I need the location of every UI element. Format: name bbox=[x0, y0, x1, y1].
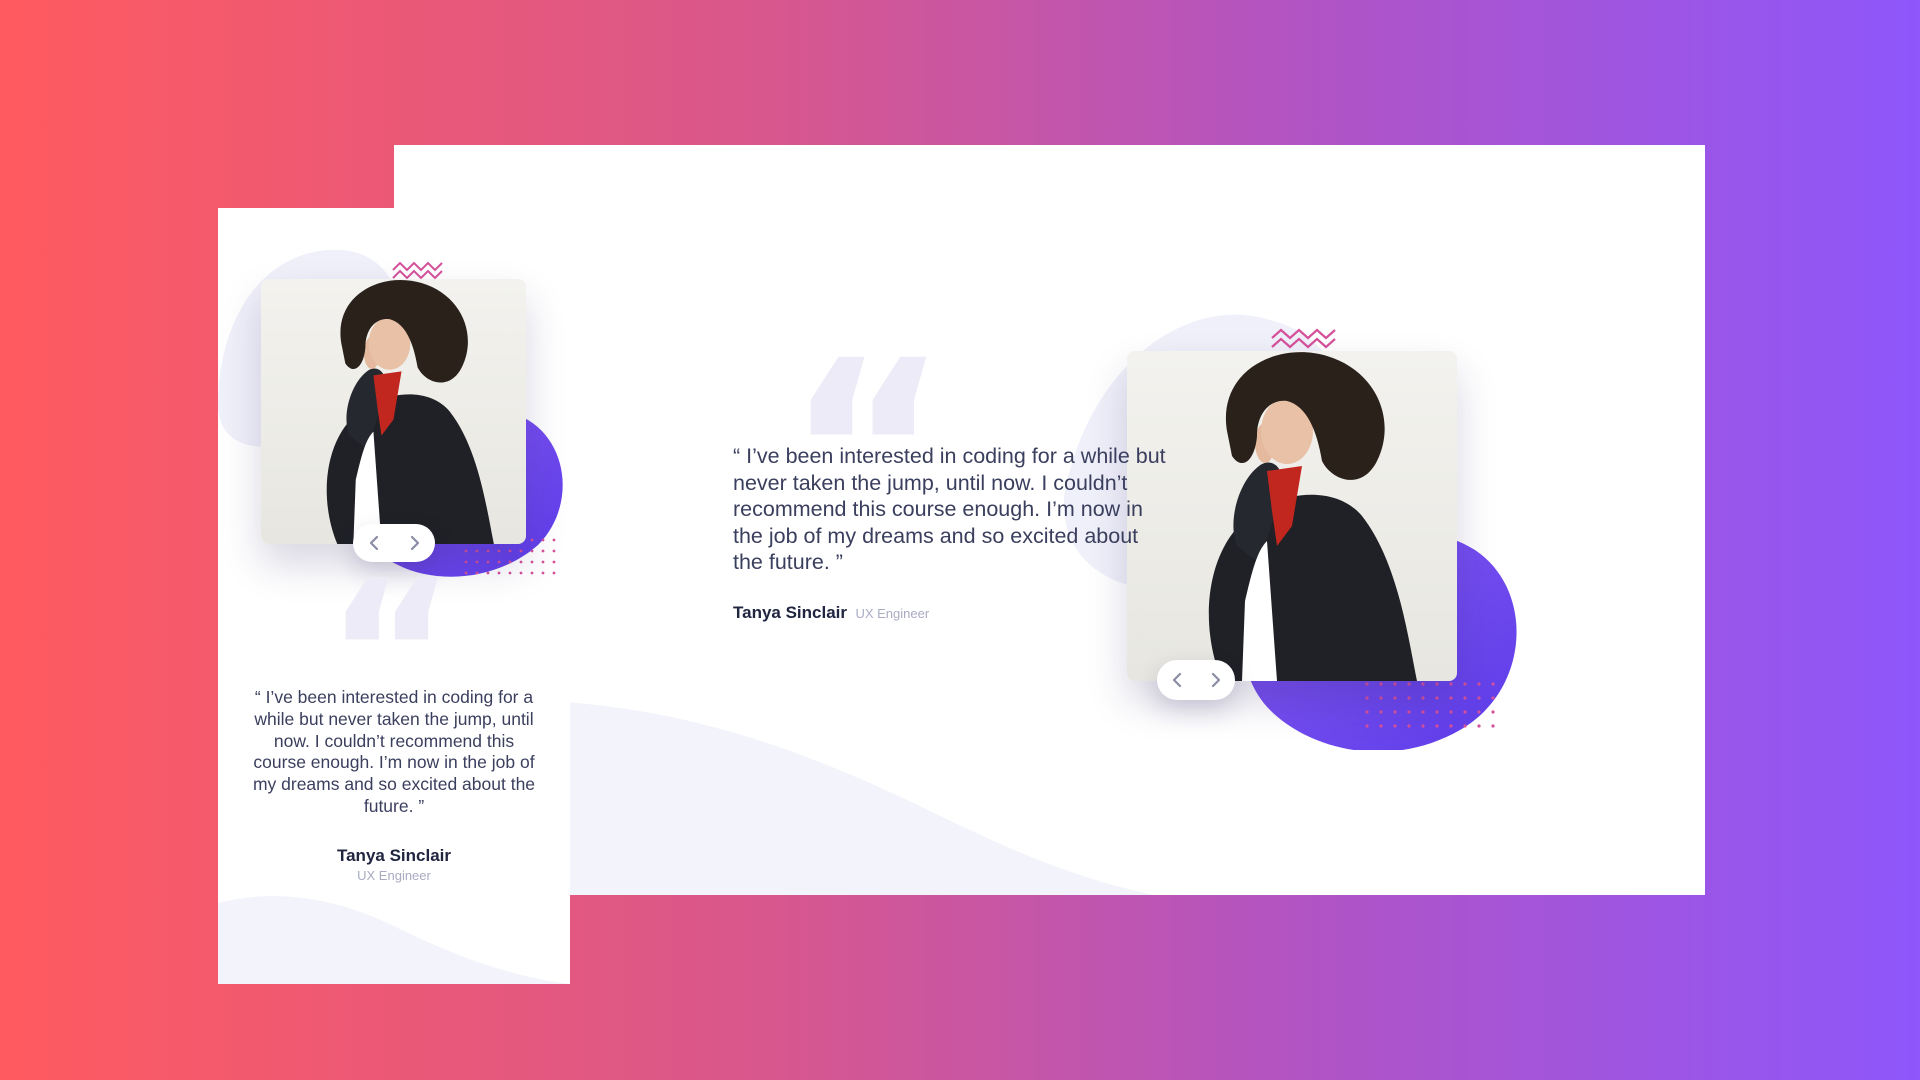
author-name: Tanya Sinclair bbox=[733, 603, 848, 622]
author-role: UX Engineer bbox=[357, 868, 431, 883]
author-role: UX Engineer bbox=[855, 606, 930, 621]
testimonial-photo bbox=[1127, 351, 1457, 681]
dot-grid-pattern bbox=[1365, 682, 1495, 728]
testimonial-quote: “ I’ve been interested in coding for a w… bbox=[733, 444, 1166, 574]
testimonial-quote: “ I’ve been interested in coding for a w… bbox=[252, 687, 536, 816]
chevron-left-icon bbox=[1172, 672, 1181, 688]
next-button[interactable] bbox=[1198, 662, 1234, 698]
testimonial-photo bbox=[261, 279, 526, 544]
testimonial-author: Tanya Sinclair UX Engineer bbox=[733, 603, 929, 623]
zigzag-pattern bbox=[392, 261, 443, 280]
slider-navigation bbox=[1157, 660, 1235, 700]
chevron-right-icon bbox=[1211, 672, 1220, 688]
previous-button[interactable] bbox=[1159, 662, 1195, 698]
zigzag-pattern bbox=[1271, 328, 1336, 349]
author-name: Tanya Sinclair bbox=[336, 846, 451, 865]
